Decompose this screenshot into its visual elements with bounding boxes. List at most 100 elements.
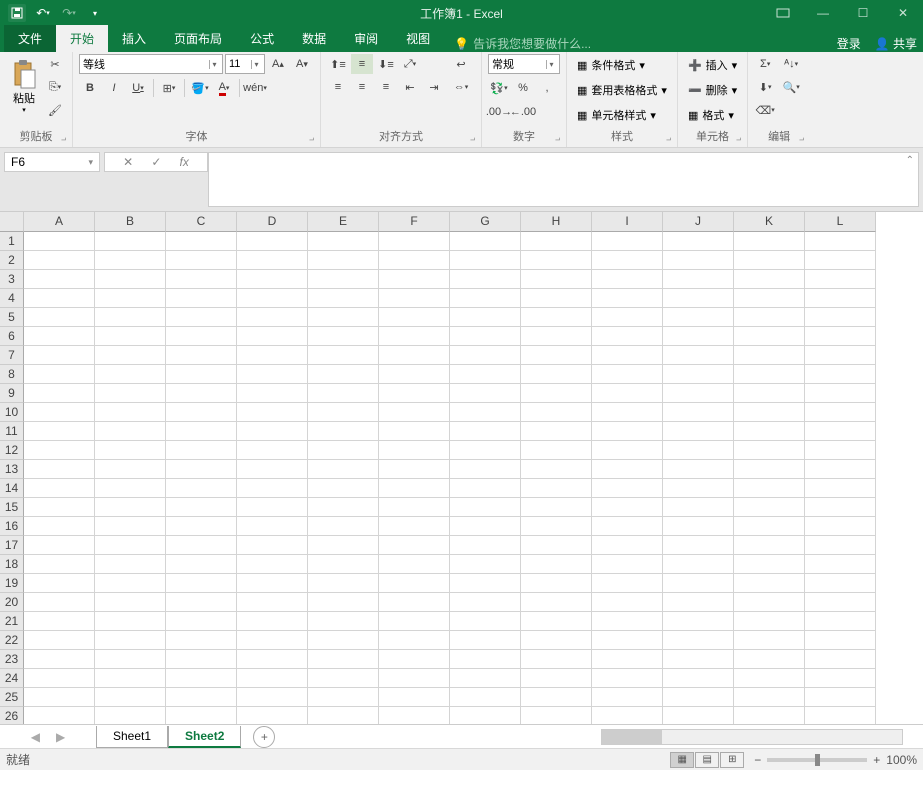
sheet-next-icon[interactable]: ▶ <box>56 730 65 744</box>
cell[interactable] <box>450 384 521 403</box>
indent-decrease-button[interactable]: ⇤ <box>399 77 421 97</box>
zoom-slider[interactable] <box>767 758 867 762</box>
cell[interactable] <box>308 631 379 650</box>
row-header[interactable]: 11 <box>0 422 24 441</box>
cell[interactable] <box>592 327 663 346</box>
cell[interactable] <box>308 270 379 289</box>
cell[interactable] <box>166 612 237 631</box>
cell[interactable] <box>166 707 237 724</box>
cell[interactable] <box>379 631 450 650</box>
cell[interactable] <box>308 669 379 688</box>
cell[interactable] <box>592 441 663 460</box>
increase-decimal-button[interactable]: .00→ <box>488 102 510 122</box>
cell[interactable] <box>237 669 308 688</box>
cell[interactable] <box>592 403 663 422</box>
row-header[interactable]: 25 <box>0 688 24 707</box>
tell-me-search[interactable]: 💡 告诉我您想要做什么... <box>454 35 591 52</box>
cell[interactable] <box>237 517 308 536</box>
cell[interactable] <box>95 403 166 422</box>
cell[interactable] <box>450 365 521 384</box>
cell[interactable] <box>237 536 308 555</box>
cell[interactable] <box>734 346 805 365</box>
cell[interactable] <box>734 517 805 536</box>
cell[interactable] <box>308 688 379 707</box>
cell[interactable] <box>166 688 237 707</box>
cell[interactable] <box>734 403 805 422</box>
copy-button[interactable]: ⎘▾ <box>44 77 66 97</box>
cell[interactable] <box>379 479 450 498</box>
cell[interactable] <box>237 251 308 270</box>
cell[interactable] <box>734 422 805 441</box>
cell[interactable] <box>805 384 876 403</box>
cell[interactable] <box>379 555 450 574</box>
italic-button[interactable]: I <box>103 78 125 98</box>
cell[interactable] <box>521 346 592 365</box>
cell[interactable] <box>166 327 237 346</box>
cell[interactable] <box>95 460 166 479</box>
cell[interactable] <box>734 479 805 498</box>
cell[interactable] <box>450 441 521 460</box>
cell[interactable] <box>805 460 876 479</box>
cell[interactable] <box>450 574 521 593</box>
border-button[interactable]: ⊞▾ <box>158 78 180 98</box>
cell[interactable] <box>95 498 166 517</box>
column-header[interactable]: B <box>95 212 166 232</box>
row-header[interactable]: 21 <box>0 612 24 631</box>
cell[interactable] <box>805 707 876 724</box>
cell-style-button[interactable]: ▦ 单元格样式 ▾ <box>573 104 671 126</box>
cell[interactable] <box>24 422 95 441</box>
cell[interactable] <box>663 270 734 289</box>
conditional-format-button[interactable]: ▦ 条件格式 ▾ <box>573 54 671 76</box>
cell[interactable] <box>805 346 876 365</box>
find-button[interactable]: 🔍▾ <box>778 77 804 97</box>
cell[interactable] <box>450 346 521 365</box>
qat-customize-icon[interactable]: ▾ <box>86 4 104 22</box>
cell[interactable] <box>24 707 95 724</box>
cell[interactable] <box>734 612 805 631</box>
cell[interactable] <box>450 593 521 612</box>
cell[interactable] <box>379 574 450 593</box>
cell[interactable] <box>95 517 166 536</box>
cell[interactable] <box>237 593 308 612</box>
cell[interactable] <box>450 650 521 669</box>
cell[interactable] <box>450 688 521 707</box>
cell[interactable] <box>450 517 521 536</box>
cell[interactable] <box>521 669 592 688</box>
cell[interactable] <box>734 289 805 308</box>
cell[interactable] <box>734 270 805 289</box>
cell[interactable] <box>166 270 237 289</box>
cell[interactable] <box>663 574 734 593</box>
cell[interactable] <box>592 612 663 631</box>
cell[interactable] <box>805 232 876 251</box>
row-header[interactable]: 8 <box>0 365 24 384</box>
cell[interactable] <box>592 270 663 289</box>
cell[interactable] <box>308 289 379 308</box>
cell[interactable] <box>521 650 592 669</box>
cell[interactable] <box>663 498 734 517</box>
minimize-icon[interactable]: — <box>803 0 843 26</box>
cell[interactable] <box>95 536 166 555</box>
wrap-text-button[interactable]: ↩ <box>447 54 475 74</box>
row-header[interactable]: 17 <box>0 536 24 555</box>
cell[interactable] <box>24 479 95 498</box>
cell[interactable] <box>450 612 521 631</box>
cell[interactable] <box>237 289 308 308</box>
cell[interactable] <box>24 517 95 536</box>
cell[interactable] <box>379 308 450 327</box>
row-header[interactable]: 6 <box>0 327 24 346</box>
cell[interactable] <box>663 384 734 403</box>
cell[interactable] <box>24 441 95 460</box>
cell[interactable] <box>592 422 663 441</box>
name-box[interactable]: F6▾ <box>4 152 100 172</box>
row-header[interactable]: 9 <box>0 384 24 403</box>
cell[interactable] <box>805 251 876 270</box>
redo-icon[interactable]: ↷ ▾ <box>60 4 78 22</box>
cell[interactable] <box>237 612 308 631</box>
phonetic-button[interactable]: wén▾ <box>244 78 266 98</box>
cell[interactable] <box>166 403 237 422</box>
cell[interactable] <box>663 251 734 270</box>
cell[interactable] <box>805 289 876 308</box>
cell[interactable] <box>805 365 876 384</box>
cell[interactable] <box>237 384 308 403</box>
cell[interactable] <box>24 327 95 346</box>
